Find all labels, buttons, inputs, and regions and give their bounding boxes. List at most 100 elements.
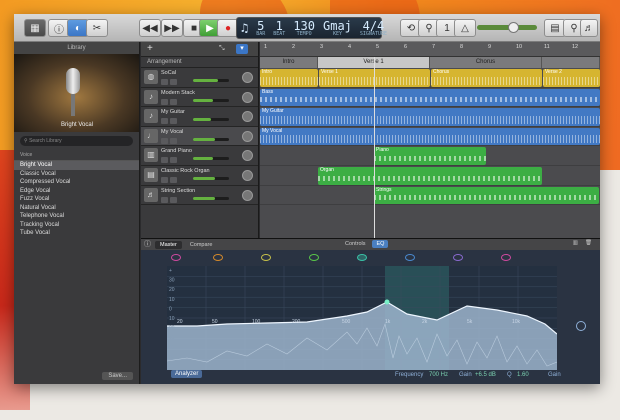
headphones-icon[interactable] [170,157,177,164]
tab-compare[interactable]: Compare [185,241,218,249]
eq-band-2-icon[interactable] [309,254,319,261]
mute-icon[interactable] [161,196,168,203]
library-category[interactable]: Voice [14,150,139,161]
section-marker[interactable]: Chorus [430,57,542,68]
region-piano[interactable]: Piano [374,147,486,165]
frequency-value[interactable]: 700 Hz [429,372,448,378]
ruler[interactable]: 1 2 3 4 5 6 7 8 9 10 11 12 [260,42,600,57]
library-item[interactable]: Tracking Vocal [14,221,139,230]
info-icon[interactable]: ⓘ [144,239,151,249]
eq-band-highshelf-icon[interactable] [453,254,463,261]
library-icon[interactable]: ▦ [24,19,46,37]
mute-icon[interactable] [161,137,168,144]
gain-knob[interactable] [576,321,586,331]
library-item[interactable]: Natural Vocal [14,204,139,213]
rewind-icon[interactable]: ◀◀ [139,19,161,37]
track-pan-knob[interactable] [242,189,253,201]
headphones-icon[interactable] [170,118,177,125]
library-search-input[interactable]: ⚲ Search Library [20,136,133,146]
track-volume-slider[interactable] [193,176,229,180]
lcd-display[interactable]: ♫ 5 BAR 1 BEAT 130 TEMPO Gmaj KEY 4/4 SIGNATU… [236,17,387,39]
track-header[interactable]: ♬ String Section [141,186,258,206]
headphones-icon[interactable] [170,137,177,144]
region-label: Piano [376,147,389,154]
mute-icon[interactable] [161,79,168,85]
eq-band-3-icon[interactable] [357,254,367,261]
track-volume-slider[interactable] [193,137,229,141]
library-item[interactable]: Edge Vocal [14,187,139,196]
region-label: Strings [376,186,392,193]
forward-icon[interactable]: ▶▶ [161,19,183,37]
library-item[interactable]: Bright Vocal [14,161,139,170]
smart-tempo-icon[interactable]: ⤡ [219,45,225,53]
headphones-icon[interactable] [170,176,177,183]
track-volume-slider[interactable] [193,118,229,122]
track-volume-slider[interactable] [193,196,229,200]
metronome-icon[interactable]: △ [454,19,476,37]
region-strings[interactable]: Strings [374,186,599,205]
mute-icon[interactable] [161,157,168,164]
library-item[interactable]: Fuzz Vocal [14,195,139,204]
save-button[interactable]: Save... [102,372,133,380]
region-bass[interactable]: Bass [260,88,600,107]
region-my-vocal[interactable]: My Vocal [260,127,600,146]
eq-band-1-icon[interactable] [261,254,271,261]
library-item[interactable]: Telephone Vocal [14,212,139,221]
region-chorus[interactable]: Chorus [431,69,542,87]
track-pan-knob[interactable] [242,150,253,162]
track-header[interactable]: ♪ Modern Stack [141,88,258,108]
master-volume-slider[interactable] [477,25,537,30]
add-track-icon[interactable]: + [147,43,153,54]
segment-controls[interactable]: Controls [341,240,369,248]
mute-icon[interactable] [161,118,168,125]
track-pan-knob[interactable] [242,130,253,142]
region-intro[interactable]: Intro [260,69,318,87]
track-volume-slider[interactable] [193,79,229,82]
eq-band-lowcut-icon[interactable] [171,254,181,261]
section-marker[interactable]: Intro [260,57,318,68]
trash-icon[interactable]: 🗑 [585,240,592,246]
editors-icon[interactable]: ✂ [86,19,108,37]
region-my-guitar[interactable]: My Guitar [260,108,600,126]
segment-eq[interactable]: EQ [372,240,389,248]
eq-graph[interactable]: 20 50 100 200 500 1k 2k 5k 10k +3020100102030405… [167,266,557,370]
headphones-icon[interactable] [170,98,177,105]
track-header[interactable]: ▤ Classic Rock Organ [141,166,258,186]
track-header[interactable]: ◍ SoCal [141,68,258,88]
mute-icon[interactable] [161,98,168,105]
eq-band-lowshelf-icon[interactable] [213,254,223,261]
track-pan-knob[interactable] [242,111,253,123]
ruler-bar-number: 5 [376,44,380,50]
track-header[interactable]: ♪ My Guitar [141,107,258,127]
lcd-key-label: KEY [332,30,342,37]
mute-icon[interactable] [161,176,168,183]
library-item[interactable]: Tube Vocal [14,229,139,238]
playhead[interactable] [374,57,375,238]
filter-icon[interactable]: ▾ [236,44,248,54]
media-browser-icon[interactable]: ♬ [580,19,598,37]
tracks-area[interactable]: 1 2 3 4 5 6 7 8 9 10 11 12 Intro Verse 1 Chorus Int… [260,42,600,238]
track-pan-knob[interactable] [242,91,253,103]
region-organ[interactable]: Organ [318,167,542,185]
track-volume-slider[interactable] [193,98,229,102]
section-marker[interactable] [542,57,600,68]
track-pan-knob[interactable] [242,72,253,83]
ruler-bar-number: 6 [404,44,408,50]
master-volume-knob[interactable] [508,22,519,33]
q-value[interactable]: 1.60 [517,372,529,378]
track-header[interactable]: ▥ Grand Piano [141,146,258,166]
headphones-icon[interactable] [170,79,177,85]
track-header[interactable]: ♩ My Vocal [141,126,258,147]
track-volume-slider[interactable] [193,157,229,161]
library-item[interactable]: Classic Vocal [14,170,139,179]
track-pan-knob[interactable] [242,169,253,181]
headphones-icon[interactable] [170,196,177,203]
region-verse2[interactable]: Verse 2 [543,69,600,87]
eq-band-highcut-icon[interactable] [501,254,511,261]
library-item[interactable]: Compressed Vocal [14,178,139,187]
layout-icon[interactable]: ▥ [573,240,578,246]
analyzer-button[interactable]: Analyzer [171,370,203,378]
tab-master[interactable]: Master [155,240,182,249]
gain-value[interactable]: +6.5 dB [475,372,496,378]
eq-band-4-icon[interactable] [405,254,415,261]
